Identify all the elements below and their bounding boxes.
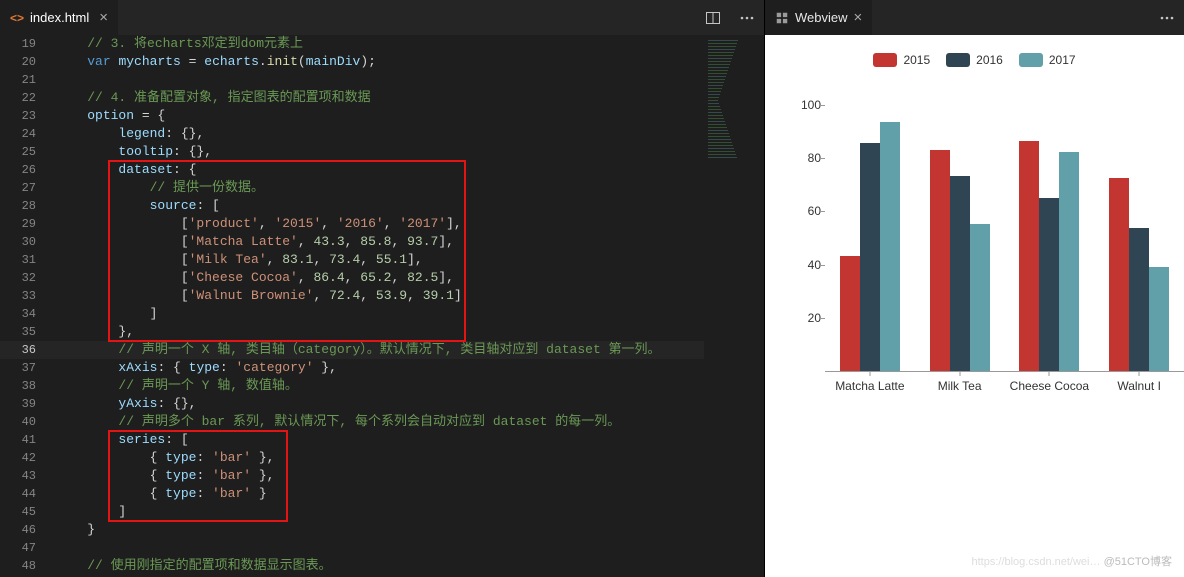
html-file-icon: <> (10, 11, 24, 25)
tab-index-html[interactable]: <> index.html × (0, 0, 119, 35)
legend-swatch (946, 53, 970, 67)
bar[interactable] (1019, 141, 1039, 371)
webview-body: 201520162017 Matcha LatteMilk TeaCheese … (765, 35, 1184, 577)
bar[interactable] (970, 224, 990, 371)
legend-item[interactable]: 2015 (873, 53, 930, 67)
webview-icon (775, 11, 789, 25)
legend-label: 2016 (976, 53, 1003, 67)
more-actions-icon[interactable] (730, 0, 764, 35)
legend-swatch (1019, 53, 1043, 67)
bar[interactable] (1109, 178, 1129, 371)
editor-body[interactable]: 1920212223242526272829303132333435363738… (0, 35, 764, 577)
line-number-gutter: 1920212223242526272829303132333435363738… (0, 35, 50, 577)
webview-pane: Webview × 201520162017 Matcha LatteMilk … (764, 0, 1184, 577)
bar[interactable] (1129, 228, 1149, 371)
bar-group: Cheese Cocoa (1005, 105, 1095, 371)
tab-label: index.html (30, 10, 89, 25)
webview-tab-label: Webview (795, 10, 848, 25)
more-actions-icon[interactable] (1150, 10, 1184, 26)
tab-webview[interactable]: Webview × (765, 0, 872, 35)
editor-tabbar: <> index.html × (0, 0, 764, 35)
legend-swatch (873, 53, 897, 67)
minimap[interactable] (704, 35, 764, 577)
bar[interactable] (880, 122, 900, 371)
x-axis-label: Cheese Cocoa (1010, 379, 1089, 393)
split-editor-icon[interactable] (696, 0, 730, 35)
x-axis-label: Milk Tea (938, 379, 982, 393)
close-icon[interactable]: × (854, 9, 863, 26)
legend-label: 2017 (1049, 53, 1076, 67)
bar-group: Milk Tea (915, 105, 1005, 371)
close-icon[interactable]: × (99, 9, 108, 26)
bar[interactable] (1149, 267, 1169, 371)
bar[interactable] (950, 176, 970, 371)
legend-item[interactable]: 2017 (1019, 53, 1076, 67)
code-area[interactable]: // 3. 将echarts邓定到dom元素上 var mycharts = e… (50, 35, 764, 577)
bar[interactable] (930, 150, 950, 371)
editor-pane: <> index.html × 192021222324252627282930… (0, 0, 764, 577)
chart-plot-area: Matcha LatteMilk TeaCheese CocoaWalnut I… (825, 105, 1184, 372)
bar[interactable] (1039, 198, 1059, 371)
bar-group: Matcha Latte (825, 105, 915, 371)
webview-tabbar: Webview × (765, 0, 1184, 35)
bar[interactable] (860, 143, 880, 371)
legend-label: 2015 (903, 53, 930, 67)
chart: Matcha LatteMilk TeaCheese CocoaWalnut I… (785, 105, 1184, 397)
watermark: https://blog.csdn.net/wei… @51CTO博客 (971, 553, 1172, 569)
bar[interactable] (1059, 152, 1079, 371)
chart-legend[interactable]: 2015 2016 2017 (765, 35, 1184, 67)
x-axis-label: Matcha Latte (835, 379, 904, 393)
bar-group: Walnut I (1094, 105, 1184, 371)
legend-item[interactable]: 2016 (946, 53, 1003, 67)
x-axis-label: Walnut I (1117, 379, 1161, 393)
bar[interactable] (840, 256, 860, 371)
